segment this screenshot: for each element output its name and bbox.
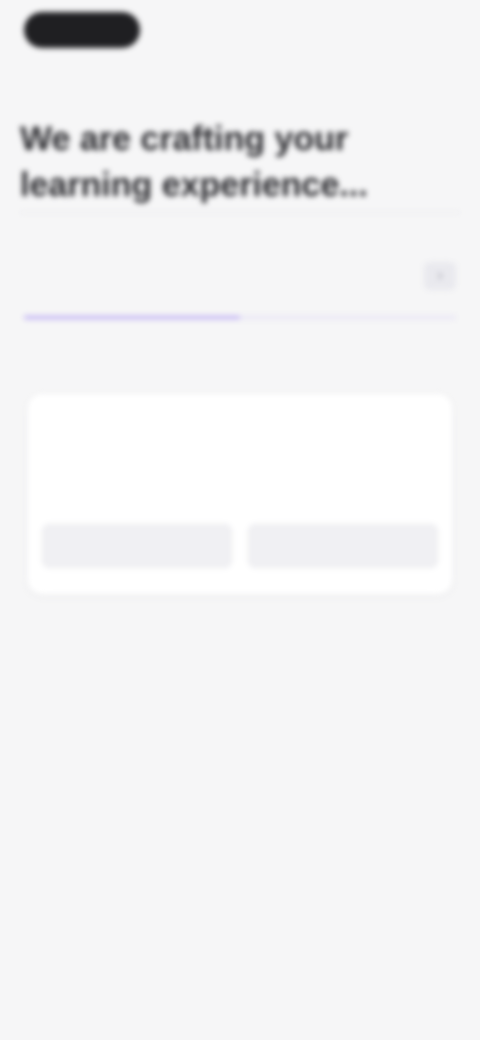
top-bar bbox=[0, 0, 480, 70]
app-screen: We are crafting your learning experience… bbox=[0, 0, 480, 1040]
title-divider bbox=[20, 212, 460, 213]
feedback-actions bbox=[42, 524, 438, 568]
status-row: › bbox=[20, 258, 460, 319]
feedback-yes-button[interactable] bbox=[42, 524, 232, 568]
progress-bar-fill bbox=[24, 316, 240, 319]
app-logo[interactable] bbox=[24, 12, 140, 48]
feedback-card bbox=[28, 394, 452, 594]
progress-bar bbox=[24, 316, 456, 319]
chevron-right-icon[interactable]: › bbox=[424, 262, 456, 290]
feedback-no-button[interactable] bbox=[248, 524, 438, 568]
top-right-link[interactable] bbox=[354, 16, 446, 44]
page-title: We are crafting your learning experience… bbox=[20, 120, 368, 204]
